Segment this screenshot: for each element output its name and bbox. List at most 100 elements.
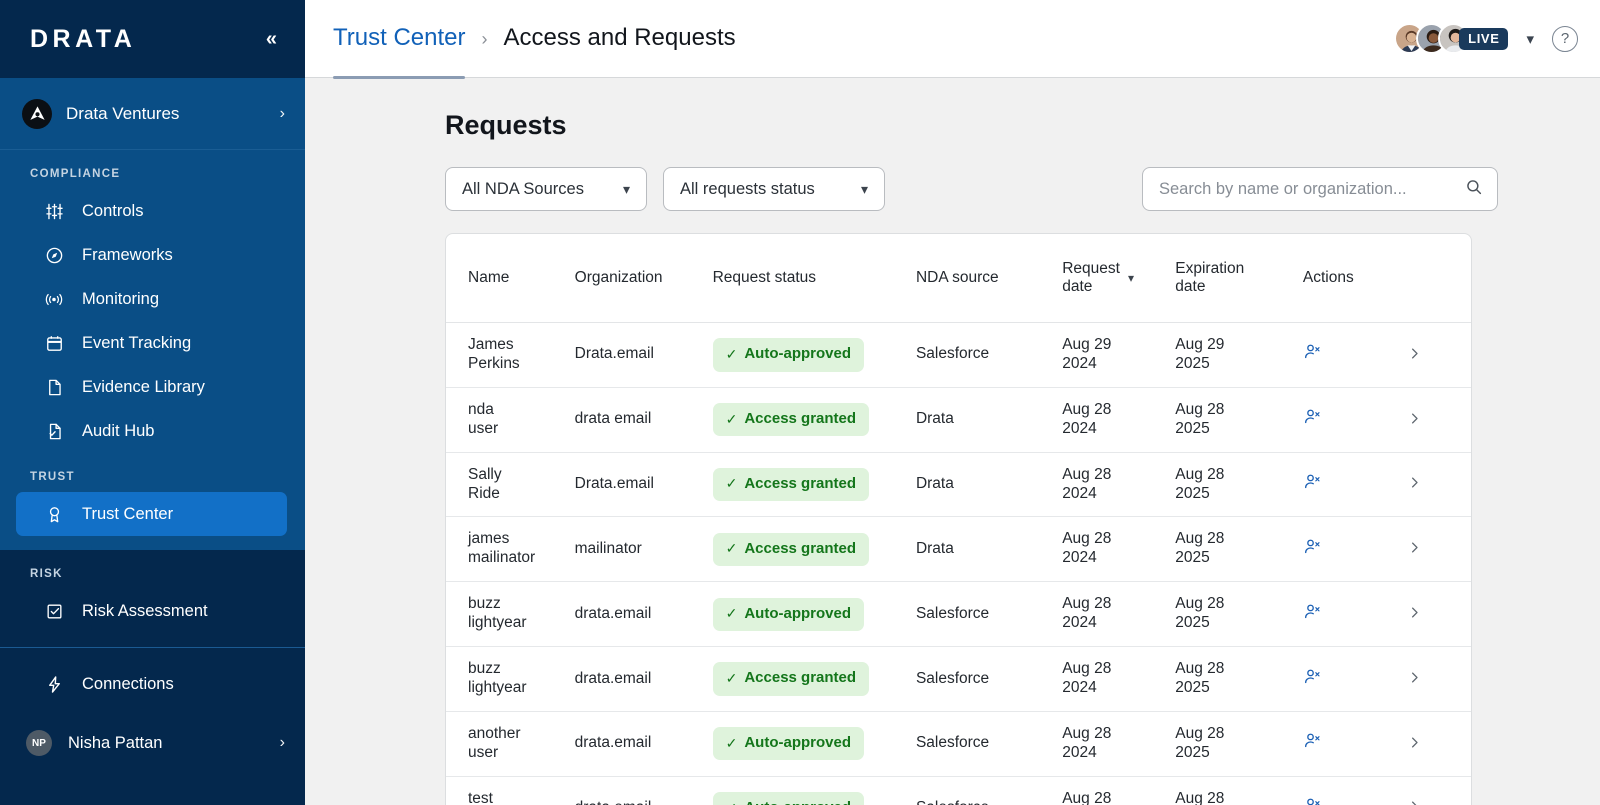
table-row[interactable]: ndauserdrata email✓Access grantedDrataAu… (446, 387, 1471, 452)
cell-expiration-date: Aug 282025 (1175, 711, 1303, 776)
cell-expiration-date: Aug 282025 (1175, 582, 1303, 647)
question-circle-icon[interactable]: ? (1552, 26, 1578, 52)
sidebar-heading-trust: TRUST (0, 453, 305, 492)
cell-expiration-date: Aug 292025 (1175, 323, 1303, 388)
breadcrumb-trust-center[interactable]: Trust Center (333, 24, 465, 54)
sidebar-item-audit-hub[interactable]: Audit Hub (16, 409, 287, 453)
cell-request-status: ✓Access granted (713, 517, 916, 582)
column-header-expiration-date[interactable]: Expiration date (1175, 234, 1303, 323)
cell-request-date: Aug 282024 (1062, 387, 1175, 452)
table-row[interactable]: JamesPerkinsDrata.email✓Auto-approvedSal… (446, 323, 1471, 388)
table-row[interactable]: buzzlightyeardrata.email✓Auto-approvedSa… (446, 582, 1471, 647)
cell-request-date: Aug 282024 (1062, 452, 1175, 517)
user-x-icon[interactable] (1303, 602, 1322, 627)
request-status-filter[interactable]: All requests status ▾ (663, 167, 885, 211)
sidebar-collapse-button[interactable]: « (260, 25, 281, 53)
chevron-right-icon: › (280, 734, 285, 752)
status-badge: ✓ Auto-approved (713, 727, 864, 760)
status-badge: ✓Access granted (713, 468, 869, 501)
user-x-icon[interactable] (1303, 342, 1322, 367)
status-badge-label: Access granted (744, 669, 856, 687)
user-x-icon[interactable] (1303, 537, 1322, 562)
column-header-spacer (1407, 234, 1471, 323)
sidebar-item-label: Connections (82, 675, 174, 694)
row-expand-chevron[interactable] (1407, 452, 1471, 517)
status-badge: ✓Auto-approved (713, 338, 864, 371)
live-presence-group[interactable]: LIVE (1394, 23, 1508, 54)
sidebar-item-frameworks[interactable]: Frameworks (16, 233, 287, 277)
row-expand-chevron[interactable] (1407, 647, 1471, 712)
user-x-icon[interactable] (1303, 472, 1322, 497)
cell-request-status: ✓Auto-approved (713, 582, 916, 647)
column-header-request-date[interactable]: Request date ▾ (1062, 234, 1175, 323)
requests-table: Name Organization Request status NDA sou… (446, 234, 1471, 805)
table-row[interactable]: testuserdrata.email✓Auto-approvedSalesfo… (446, 776, 1471, 805)
sidebar-item-event-tracking[interactable]: Event Tracking (16, 321, 287, 365)
sliders-icon (44, 201, 64, 221)
cell-expiration-date: Aug 282025 (1175, 647, 1303, 712)
award-icon (44, 504, 64, 524)
user-x-icon[interactable] (1303, 796, 1322, 805)
column-header-name[interactable]: Name (446, 234, 575, 323)
cell-organization: drata.email (575, 776, 713, 805)
row-expand-chevron[interactable] (1407, 387, 1471, 452)
sidebar-section-risk: RISK Risk Assessment (0, 550, 305, 647)
column-header-organization[interactable]: Organization (575, 234, 713, 323)
status-badge-label: Access granted (744, 475, 856, 493)
nda-source-filter[interactable]: All NDA Sources ▾ (445, 167, 647, 211)
cell-organization: drata.email (575, 582, 713, 647)
table-row[interactable]: SallyRideDrata.email✓Access grantedDrata… (446, 452, 1471, 517)
cell-organization: Drata.email (575, 323, 713, 388)
chevron-down-icon[interactable]: ▾ (1128, 271, 1134, 285)
user-x-icon[interactable] (1303, 731, 1322, 756)
cell-request-date: Aug 282024 (1062, 776, 1175, 805)
user-x-icon[interactable] (1303, 667, 1322, 692)
search-box[interactable] (1142, 167, 1498, 211)
cell-organization: drata.email (575, 711, 713, 776)
cell-nda-source: Salesforce (916, 776, 1062, 805)
cell-actions (1303, 517, 1407, 582)
row-expand-chevron[interactable] (1407, 582, 1471, 647)
request-status-filter-value: All requests status (680, 180, 815, 199)
table-row[interactable]: jamesmailinatormailinator✓Access granted… (446, 517, 1471, 582)
row-expand-chevron[interactable] (1407, 776, 1471, 805)
status-badge-live: LIVE (1459, 28, 1508, 50)
column-header-actions: Actions (1303, 234, 1407, 323)
column-header-nda-source[interactable]: NDA source (916, 234, 1062, 323)
row-expand-chevron[interactable] (1407, 517, 1471, 582)
cell-nda-source: Drata (916, 387, 1062, 452)
top-bar-actions: LIVE ▾ ? (1394, 23, 1578, 54)
sidebar-item-trust-center[interactable]: Trust Center (16, 492, 287, 536)
status-badge-label: Auto-approved (744, 734, 851, 752)
table-header: Name Organization Request status NDA sou… (446, 234, 1471, 323)
org-switcher[interactable]: Drata Ventures › (0, 78, 305, 150)
sidebar-item-evidence-library[interactable]: Evidence Library (16, 365, 287, 409)
check-icon: ✓ (726, 735, 738, 752)
table-row[interactable]: anotheruserdrata.email✓Auto-approvedSale… (446, 711, 1471, 776)
column-header-expiration-date-line2: date (1175, 278, 1205, 295)
table-row[interactable]: buzzlightyeardrata.email✓Access grantedS… (446, 647, 1471, 712)
sidebar-item-monitoring[interactable]: Monitoring (16, 277, 287, 321)
cell-request-status: ✓Auto-approved (713, 776, 916, 805)
cell-actions (1303, 711, 1407, 776)
row-expand-chevron[interactable] (1407, 711, 1471, 776)
sidebar-item-controls[interactable]: Controls (16, 189, 287, 233)
status-badge-label: Auto-approved (744, 345, 851, 363)
user-x-icon[interactable] (1303, 407, 1322, 432)
sidebar-item-connections[interactable]: Connections (16, 662, 287, 706)
status-badge-label: Auto-approved (744, 799, 851, 805)
cell-actions (1303, 387, 1407, 452)
status-badge: ✓Access granted (713, 533, 869, 566)
search-input[interactable] (1159, 180, 1455, 199)
column-header-request-status[interactable]: Request status (713, 234, 916, 323)
chevron-down-icon[interactable]: ▾ (1524, 30, 1536, 48)
sidebar-item-risk-assessment[interactable]: Risk Assessment (16, 589, 287, 633)
sidebar-user-menu[interactable]: NP Nisha Pattan › (0, 724, 305, 756)
status-badge: ✓Auto-approved (713, 598, 864, 631)
cell-name: jamesmailinator (446, 517, 575, 582)
cell-name: SallyRide (446, 452, 575, 517)
search-icon[interactable] (1465, 178, 1483, 201)
page-title: Requests (445, 110, 1600, 141)
checkbox-icon (44, 601, 64, 621)
row-expand-chevron[interactable] (1407, 323, 1471, 388)
